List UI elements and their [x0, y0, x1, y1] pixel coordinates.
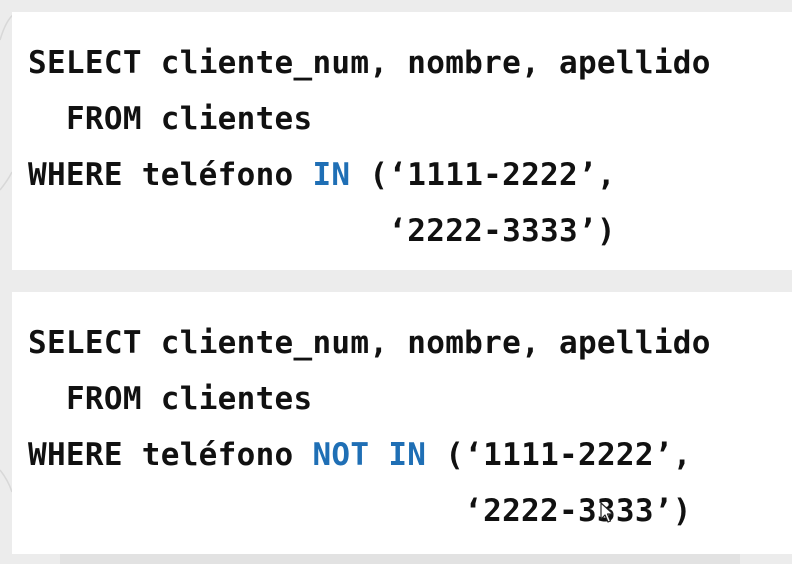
in-values-start: (‘1111-2222’,	[426, 437, 692, 473]
operator-not: NOT	[312, 437, 370, 473]
where-column: teléfono	[122, 437, 313, 473]
keyword-from: FROM	[65, 101, 142, 137]
keyword-where: WHERE	[28, 437, 123, 473]
operator-in: IN	[312, 157, 351, 193]
code-line-4: ‘2222-3333’)	[28, 213, 616, 249]
code-line-2: FROM clientes	[28, 101, 312, 137]
from-table: clientes	[141, 381, 313, 417]
where-column: teléfono	[122, 157, 313, 193]
code-line-3: WHERE teléfono NOT IN (‘1111-2222’,	[28, 437, 692, 473]
code-line-2: FROM clientes	[28, 381, 312, 417]
sql-code-block-not-in: SELECT cliente_num, nombre, apellido FRO…	[12, 292, 792, 554]
code-line-3: WHERE teléfono IN (‘1111-2222’,	[28, 157, 616, 193]
code-line-4: ‘2222-3333’)	[28, 493, 692, 529]
code-line-1: SELECT cliente_num, nombre, apellido	[28, 325, 711, 361]
sql-code-block-in: SELECT cliente_num, nombre, apellido FRO…	[12, 12, 792, 270]
keyword-where: WHERE	[28, 157, 123, 193]
in-values-end: ‘2222-3333’)	[28, 213, 616, 249]
select-columns: cliente_num, nombre, apellido	[141, 45, 711, 81]
in-values-start: (‘1111-2222’,	[350, 157, 616, 193]
mouse-pointer-icon	[600, 502, 614, 523]
operator-in: IN	[388, 437, 427, 473]
code-line-1: SELECT cliente_num, nombre, apellido	[28, 45, 711, 81]
from-table: clientes	[141, 101, 313, 137]
in-values-end: ‘2222-3333’)	[28, 493, 692, 529]
keyword-from: FROM	[65, 381, 142, 417]
select-columns: cliente_num, nombre, apellido	[141, 325, 711, 361]
keyword-select: SELECT	[28, 45, 142, 81]
bottom-strip	[60, 554, 740, 564]
keyword-select: SELECT	[28, 325, 142, 361]
